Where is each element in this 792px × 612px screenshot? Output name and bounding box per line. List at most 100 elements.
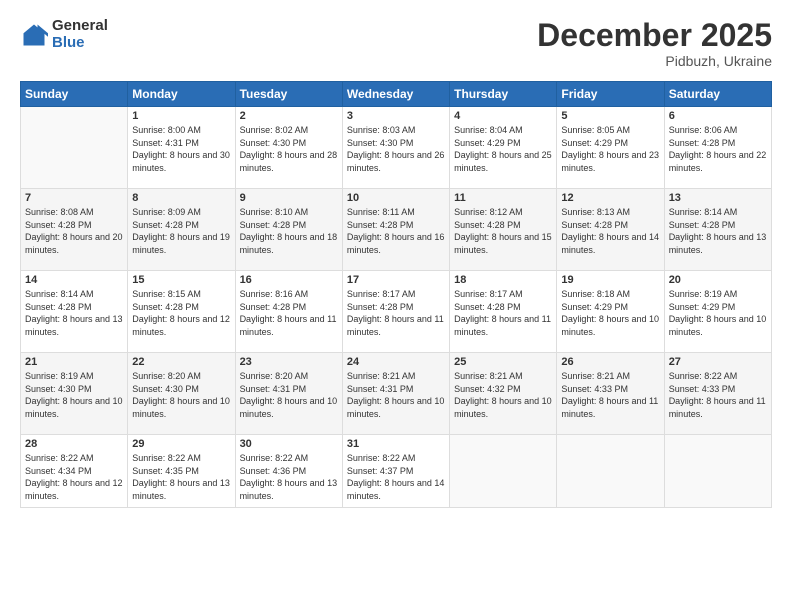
logo-blue-text: Blue (52, 35, 108, 52)
weekday-header-wednesday: Wednesday (342, 82, 449, 107)
day-number: 24 (347, 356, 445, 368)
day-info: Sunrise: 8:21 AMSunset: 4:32 PMDaylight:… (454, 370, 552, 420)
title-block: December 2025 Pidbuzh, Ukraine (537, 18, 772, 69)
calendar-cell: 17 Sunrise: 8:17 AMSunset: 4:28 PMDayligh… (342, 271, 449, 353)
day-number: 8 (132, 192, 230, 204)
calendar-cell: 6 Sunrise: 8:06 AMSunset: 4:28 PMDaylight… (664, 107, 771, 189)
day-info: Sunrise: 8:19 AMSunset: 4:30 PMDaylight:… (25, 370, 123, 420)
day-info: Sunrise: 8:12 AMSunset: 4:28 PMDaylight:… (454, 206, 552, 256)
calendar-cell: 16 Sunrise: 8:16 AMSunset: 4:28 PMDayligh… (235, 271, 342, 353)
day-info: Sunrise: 8:02 AMSunset: 4:30 PMDaylight:… (240, 124, 338, 174)
day-info: Sunrise: 8:22 AMSunset: 4:34 PMDaylight:… (25, 452, 123, 502)
calendar-week-3: 14 Sunrise: 8:14 AMSunset: 4:28 PMDayligh… (21, 271, 772, 353)
logo-general-text: General (52, 18, 108, 35)
logo-icon (20, 21, 48, 49)
calendar-cell: 11 Sunrise: 8:12 AMSunset: 4:28 PMDayligh… (450, 189, 557, 271)
day-number: 4 (454, 110, 552, 122)
calendar-cell (557, 435, 664, 507)
calendar-cell: 4Sunrise: 8:04 AMSunset: 4:29 PMDaylight… (450, 107, 557, 189)
logo-text: General Blue (52, 18, 108, 51)
day-number: 27 (669, 356, 767, 368)
day-info: Sunrise: 8:21 AMSunset: 4:33 PMDaylight:… (561, 370, 659, 420)
logo: General Blue (20, 18, 108, 51)
calendar-cell: 13 Sunrise: 8:14 AMSunset: 4:28 PMDayligh… (664, 189, 771, 271)
day-number: 6 (669, 110, 767, 122)
day-info: Sunrise: 8:06 AMSunset: 4:28 PMDaylight:… (669, 124, 767, 174)
calendar-cell: 20 Sunrise: 8:19 AMSunset: 4:29 PMDayligh… (664, 271, 771, 353)
day-number: 3 (347, 110, 445, 122)
day-number: 10 (347, 192, 445, 204)
calendar-cell: 7Sunrise: 8:08 AMSunset: 4:28 PMDaylight… (21, 189, 128, 271)
calendar-cell: 31 Sunrise: 8:22 AMSunset: 4:37 PMDayligh… (342, 435, 449, 507)
calendar-week-5: 28Sunrise: 8:22 AMSunset: 4:34 PMDayligh… (21, 435, 772, 507)
calendar-table: SundayMondayTuesdayWednesdayThursdayFrid… (20, 81, 772, 507)
calendar-cell: 21 Sunrise: 8:19 AMSunset: 4:30 PMDayligh… (21, 353, 128, 435)
day-info: Sunrise: 8:16 AMSunset: 4:28 PMDaylight:… (240, 288, 338, 338)
day-info: Sunrise: 8:20 AMSunset: 4:30 PMDaylight:… (132, 370, 230, 420)
calendar-week-2: 7Sunrise: 8:08 AMSunset: 4:28 PMDaylight… (21, 189, 772, 271)
weekday-header-tuesday: Tuesday (235, 82, 342, 107)
day-number: 30 (240, 438, 338, 450)
day-info: Sunrise: 8:14 AMSunset: 4:28 PMDaylight:… (25, 288, 123, 338)
day-number: 21 (25, 356, 123, 368)
day-number: 17 (347, 274, 445, 286)
location-subtitle: Pidbuzh, Ukraine (537, 53, 772, 69)
day-number: 19 (561, 274, 659, 286)
calendar-cell (21, 107, 128, 189)
calendar-week-4: 21 Sunrise: 8:19 AMSunset: 4:30 PMDayligh… (21, 353, 772, 435)
day-info: Sunrise: 8:11 AMSunset: 4:28 PMDaylight:… (347, 206, 445, 256)
calendar-cell: 24 Sunrise: 8:21 AMSunset: 4:31 PMDayligh… (342, 353, 449, 435)
day-number: 7 (25, 192, 123, 204)
day-info: Sunrise: 8:18 AMSunset: 4:29 PMDaylight:… (561, 288, 659, 338)
day-info: Sunrise: 8:14 AMSunset: 4:28 PMDaylight:… (669, 206, 767, 256)
day-info: Sunrise: 8:15 AMSunset: 4:28 PMDaylight:… (132, 288, 230, 338)
calendar-cell: 23 Sunrise: 8:20 AMSunset: 4:31 PMDayligh… (235, 353, 342, 435)
calendar-cell: 8 Sunrise: 8:09 AMSunset: 4:28 PMDaylight… (128, 189, 235, 271)
page: General Blue December 2025 Pidbuzh, Ukra… (0, 0, 792, 612)
day-number: 15 (132, 274, 230, 286)
day-number: 29 (132, 438, 230, 450)
calendar-week-1: 1 Sunrise: 8:00 AMSunset: 4:31 PMDaylight… (21, 107, 772, 189)
calendar-cell: 9Sunrise: 8:10 AMSunset: 4:28 PMDaylight… (235, 189, 342, 271)
day-info: Sunrise: 8:21 AMSunset: 4:31 PMDaylight:… (347, 370, 445, 420)
day-number: 25 (454, 356, 552, 368)
day-info: Sunrise: 8:20 AMSunset: 4:31 PMDaylight:… (240, 370, 338, 420)
day-info: Sunrise: 8:05 AMSunset: 4:29 PMDaylight:… (561, 124, 659, 174)
calendar-cell: 26Sunrise: 8:21 AMSunset: 4:33 PMDayligh… (557, 353, 664, 435)
day-info: Sunrise: 8:13 AMSunset: 4:28 PMDaylight:… (561, 206, 659, 256)
day-number: 13 (669, 192, 767, 204)
calendar-cell (450, 435, 557, 507)
day-number: 1 (132, 110, 230, 122)
weekday-header-friday: Friday (557, 82, 664, 107)
day-info: Sunrise: 8:19 AMSunset: 4:29 PMDaylight:… (669, 288, 767, 338)
calendar-cell: 5 Sunrise: 8:05 AMSunset: 4:29 PMDaylight… (557, 107, 664, 189)
day-info: Sunrise: 8:22 AMSunset: 4:35 PMDaylight:… (132, 452, 230, 502)
day-info: Sunrise: 8:17 AMSunset: 4:28 PMDaylight:… (454, 288, 552, 338)
day-number: 20 (669, 274, 767, 286)
calendar-cell: 30 Sunrise: 8:22 AMSunset: 4:36 PMDayligh… (235, 435, 342, 507)
day-info: Sunrise: 8:03 AMSunset: 4:30 PMDaylight:… (347, 124, 445, 174)
calendar-cell: 3 Sunrise: 8:03 AMSunset: 4:30 PMDaylight… (342, 107, 449, 189)
day-number: 14 (25, 274, 123, 286)
day-info: Sunrise: 8:22 AMSunset: 4:36 PMDaylight:… (240, 452, 338, 502)
month-title: December 2025 (537, 18, 772, 53)
day-number: 23 (240, 356, 338, 368)
calendar-cell: 14 Sunrise: 8:14 AMSunset: 4:28 PMDayligh… (21, 271, 128, 353)
calendar-cell: 25 Sunrise: 8:21 AMSunset: 4:32 PMDayligh… (450, 353, 557, 435)
day-info: Sunrise: 8:22 AMSunset: 4:33 PMDaylight:… (669, 370, 767, 420)
day-number: 16 (240, 274, 338, 286)
day-info: Sunrise: 8:22 AMSunset: 4:37 PMDaylight:… (347, 452, 445, 502)
day-number: 2 (240, 110, 338, 122)
calendar-cell (664, 435, 771, 507)
day-number: 5 (561, 110, 659, 122)
calendar-cell: 28Sunrise: 8:22 AMSunset: 4:34 PMDayligh… (21, 435, 128, 507)
weekday-header-saturday: Saturday (664, 82, 771, 107)
day-info: Sunrise: 8:00 AMSunset: 4:31 PMDaylight:… (132, 124, 230, 174)
day-info: Sunrise: 8:09 AMSunset: 4:28 PMDaylight:… (132, 206, 230, 256)
day-number: 31 (347, 438, 445, 450)
weekday-header-thursday: Thursday (450, 82, 557, 107)
day-number: 22 (132, 356, 230, 368)
day-number: 11 (454, 192, 552, 204)
weekday-header-sunday: Sunday (21, 82, 128, 107)
day-info: Sunrise: 8:17 AMSunset: 4:28 PMDaylight:… (347, 288, 445, 338)
